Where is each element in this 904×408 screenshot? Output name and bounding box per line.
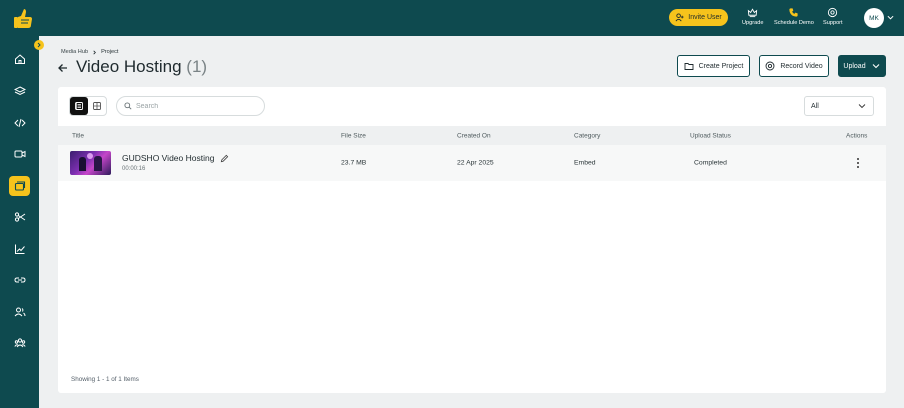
record-video-button[interactable]: Record Video [759,55,829,77]
search-icon [124,102,132,110]
chart-icon [14,244,25,254]
invite-user-label: Invite User [688,14,722,21]
upload-label: Upload [843,62,866,70]
table-header: Title File Size Created On Category Uplo… [58,126,886,145]
grid-view-icon [93,102,101,110]
breadcrumb: Media Hub Project [61,49,118,55]
chevron-right-icon [93,50,96,54]
home-icon [14,54,25,64]
list-view-icon [75,102,83,110]
column-header-created-on[interactable]: Created On [457,132,491,139]
back-arrow-icon[interactable] [57,62,69,74]
list-view-button[interactable] [70,97,88,115]
sidebar-collapse-button[interactable] [34,40,44,50]
add-user-icon [675,13,684,22]
support-button[interactable]: Support [823,7,843,26]
created-on-cell: 22 Apr 2025 [457,159,494,167]
page-title-count: (1) [186,57,208,76]
media-hub-icon [14,181,25,191]
create-project-button[interactable]: Create Project [677,55,750,77]
filter-value: All [811,102,819,110]
top-bar: Invite User Upgrade Schedule Demo Suppor… [0,0,904,36]
edit-pencil-icon[interactable] [220,154,229,163]
breadcrumb-project: Project [101,49,119,55]
breadcrumb-media-hub[interactable]: Media Hub [61,49,88,55]
category-cell: Embed [574,159,596,167]
schedule-demo-label: Schedule Demo [774,20,814,26]
sidebar-item-home[interactable] [9,49,30,69]
page-title-text: Video Hosting [76,57,182,76]
folder-icon [684,63,694,70]
scissors-icon [14,212,25,222]
video-thumbnail[interactable] [70,151,111,175]
chevron-down-icon[interactable] [887,14,894,21]
sidebar-item-layers[interactable] [9,81,30,101]
upgrade-button[interactable]: Upgrade [742,7,763,26]
sidebar-item-analytics[interactable] [9,239,30,259]
user-avatar[interactable]: MK [864,8,884,28]
column-header-actions: Actions [846,132,868,139]
chevron-right-icon [37,42,41,48]
grid-view-button[interactable] [88,97,106,115]
sidebar [0,36,39,408]
code-icon [13,118,26,128]
schedule-demo-button[interactable]: Schedule Demo [774,7,814,26]
upgrade-label: Upgrade [742,20,764,26]
upload-status-cell: Completed [694,159,727,167]
users-icon [14,307,25,317]
link-icon [13,277,26,283]
sidebar-item-teams[interactable] [9,333,30,353]
pagination-summary: Showing 1 - 1 of 1 Items [71,376,139,383]
record-video-label: Record Video [780,62,823,70]
invite-user-button[interactable]: Invite User [669,9,728,26]
video-duration: 00:00:16 [122,166,146,172]
video-title: GUDSHO Video Hosting [122,153,229,163]
phone-icon [789,8,799,17]
chevron-down-icon [858,104,866,109]
category-filter-select[interactable]: All [804,96,874,116]
file-size-cell: 23.7 MB [341,159,367,167]
support-label: Support [823,20,843,26]
sidebar-item-code[interactable] [9,113,30,133]
layers-icon [13,86,26,96]
record-icon [765,61,775,71]
column-header-upload-status[interactable]: Upload Status [690,132,731,139]
sidebar-item-links[interactable] [9,270,30,290]
column-header-file-size[interactable]: File Size [341,132,366,139]
view-toggle [69,96,107,116]
search-input[interactable] [136,102,256,110]
thumbs-up-logo-icon[interactable] [12,6,34,30]
sidebar-item-editor[interactable] [9,207,30,227]
column-header-title[interactable]: Title [72,132,84,139]
sidebar-item-video[interactable] [9,144,30,164]
more-options-icon[interactable] [854,157,862,169]
create-project-label: Create Project [698,62,744,70]
video-title-text[interactable]: GUDSHO Video Hosting [122,153,214,163]
page-title: Video Hosting (1) [76,57,207,77]
column-header-category[interactable]: Category [574,132,600,139]
support-icon [828,7,838,18]
search-box [116,96,265,116]
crown-icon [748,8,758,18]
sidebar-item-media-hub[interactable] [9,176,30,196]
table-row[interactable]: GUDSHO Video Hosting 00:00:16 23.7 MB 22… [58,145,886,181]
sidebar-item-users[interactable] [9,302,30,322]
video-icon [14,150,25,158]
chevron-down-icon [872,64,879,69]
media-card: All Title File Size Created On Category … [58,87,886,393]
upload-button[interactable]: Upload [838,55,886,77]
team-icon [13,338,26,348]
